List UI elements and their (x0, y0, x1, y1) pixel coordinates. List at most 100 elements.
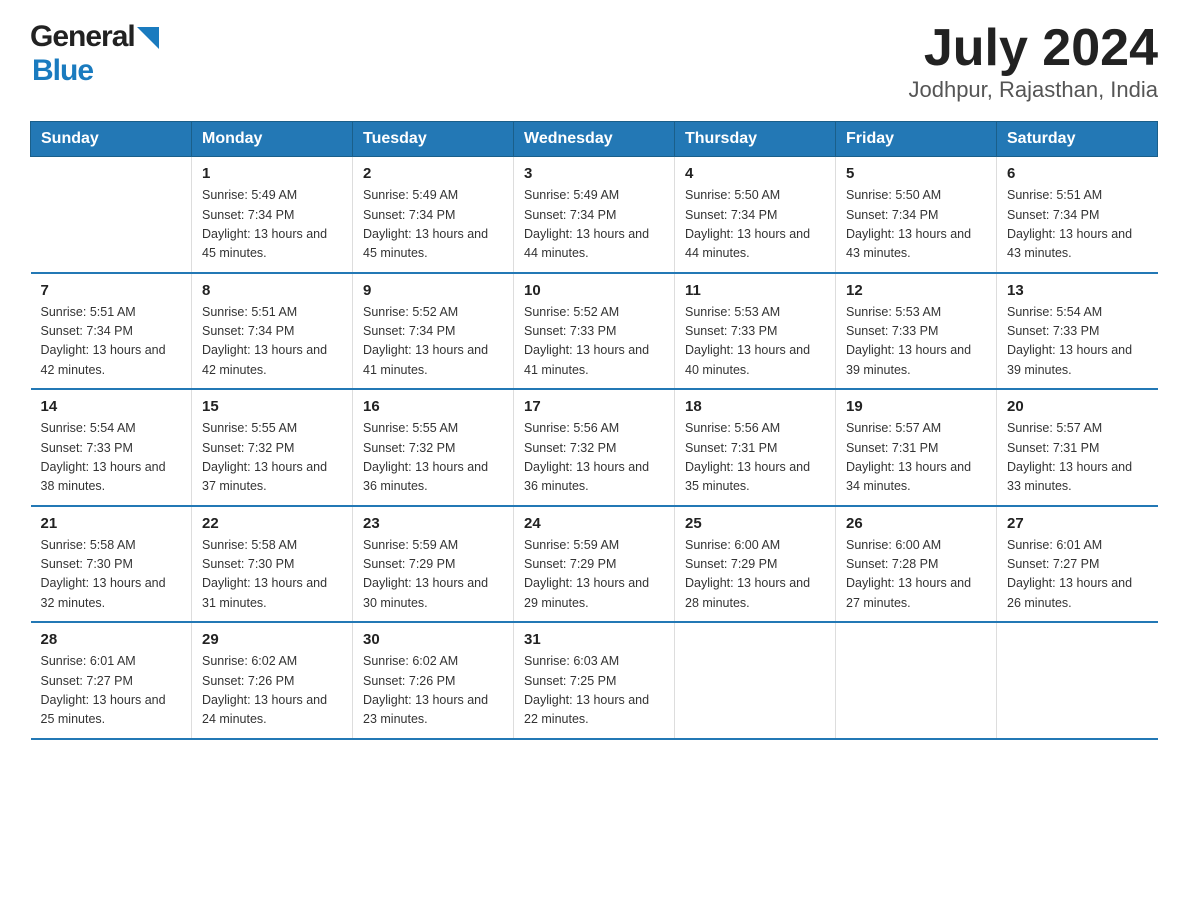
table-row: 7Sunrise: 5:51 AMSunset: 7:34 PMDaylight… (31, 273, 192, 390)
sun-info: Sunrise: 6:03 AMSunset: 7:25 PMDaylight:… (524, 652, 664, 730)
table-row: 31 Sunrise: 6:03 AMSunset: 7:25 PMDayligh… (514, 622, 675, 739)
sun-info: Sunrise: 6:01 AMSunset: 7:27 PMDaylight:… (41, 652, 182, 730)
col-saturday: Saturday (997, 122, 1158, 157)
sun-info: Sunrise: 5:54 AMSunset: 7:33 PMDaylight:… (1007, 303, 1148, 381)
day-number: 12 (846, 282, 986, 299)
col-friday: Friday (836, 122, 997, 157)
day-number: 21 (41, 515, 182, 532)
table-row: 15 Sunrise: 5:55 AMSunset: 7:32 PMDayligh… (192, 389, 353, 506)
day-number: 22 (202, 515, 342, 532)
table-row: 5Sunrise: 5:50 AMSunset: 7:34 PMDaylight… (836, 157, 997, 273)
table-row (836, 622, 997, 739)
sun-info: Sunrise: 6:01 AMSunset: 7:27 PMDaylight:… (1007, 536, 1148, 614)
col-sunday: Sunday (31, 122, 192, 157)
table-row: 1Sunrise: 5:49 AMSunset: 7:34 PMDaylight… (192, 157, 353, 273)
table-row: 13Sunrise: 5:54 AMSunset: 7:33 PMDayligh… (997, 273, 1158, 390)
sun-info: Sunrise: 5:57 AMSunset: 7:31 PMDaylight:… (1007, 419, 1148, 497)
sun-info: Sunrise: 5:56 AMSunset: 7:31 PMDaylight:… (685, 419, 825, 497)
logo-general: General (30, 20, 135, 54)
table-row: 28 Sunrise: 6:01 AMSunset: 7:27 PMDayligh… (31, 622, 192, 739)
table-row: 2 Sunrise: 5:49 AMSunset: 7:34 PMDaylight… (353, 157, 514, 273)
sun-info: Sunrise: 6:00 AMSunset: 7:28 PMDaylight:… (846, 536, 986, 614)
day-number: 14 (41, 398, 182, 415)
sun-info: Sunrise: 5:59 AMSunset: 7:29 PMDaylight:… (363, 536, 503, 614)
day-number: 15 (202, 398, 342, 415)
table-row: 8Sunrise: 5:51 AMSunset: 7:34 PMDaylight… (192, 273, 353, 390)
sun-info: Sunrise: 5:58 AMSunset: 7:30 PMDaylight:… (202, 536, 342, 614)
day-number: 25 (685, 515, 825, 532)
calendar-week-row: 28 Sunrise: 6:01 AMSunset: 7:27 PMDayligh… (31, 622, 1158, 739)
calendar-week-row: 7Sunrise: 5:51 AMSunset: 7:34 PMDaylight… (31, 273, 1158, 390)
table-row: 26 Sunrise: 6:00 AMSunset: 7:28 PMDayligh… (836, 506, 997, 623)
table-row: 24 Sunrise: 5:59 AMSunset: 7:29 PMDayligh… (514, 506, 675, 623)
day-number: 24 (524, 515, 664, 532)
sun-info: Sunrise: 5:51 AMSunset: 7:34 PMDaylight:… (202, 303, 342, 381)
sun-info: Sunrise: 5:50 AMSunset: 7:34 PMDaylight:… (846, 186, 986, 264)
table-row (675, 622, 836, 739)
table-row: 11Sunrise: 5:53 AMSunset: 7:33 PMDayligh… (675, 273, 836, 390)
day-number: 4 (685, 165, 825, 182)
table-row: 30 Sunrise: 6:02 AMSunset: 7:26 PMDayligh… (353, 622, 514, 739)
day-number: 30 (363, 631, 503, 648)
table-row: 16 Sunrise: 5:55 AMSunset: 7:32 PMDayligh… (353, 389, 514, 506)
calendar-week-row: 1Sunrise: 5:49 AMSunset: 7:34 PMDaylight… (31, 157, 1158, 273)
sun-info: Sunrise: 5:51 AMSunset: 7:34 PMDaylight:… (1007, 186, 1148, 264)
table-row: 19Sunrise: 5:57 AMSunset: 7:31 PMDayligh… (836, 389, 997, 506)
sun-info: Sunrise: 5:52 AMSunset: 7:34 PMDaylight:… (363, 303, 503, 381)
table-row: 21 Sunrise: 5:58 AMSunset: 7:30 PMDayligh… (31, 506, 192, 623)
calendar-header-row: Sunday Monday Tuesday Wednesday Thursday… (31, 122, 1158, 157)
sun-info: Sunrise: 5:54 AMSunset: 7:33 PMDaylight:… (41, 419, 182, 497)
day-number: 2 (363, 165, 503, 182)
sun-info: Sunrise: 6:00 AMSunset: 7:29 PMDaylight:… (685, 536, 825, 614)
day-number: 31 (524, 631, 664, 648)
logo-triangle-icon (137, 27, 159, 49)
table-row: 12 Sunrise: 5:53 AMSunset: 7:33 PMDayligh… (836, 273, 997, 390)
sun-info: Sunrise: 5:51 AMSunset: 7:34 PMDaylight:… (41, 303, 182, 381)
sun-info: Sunrise: 5:53 AMSunset: 7:33 PMDaylight:… (846, 303, 986, 381)
calendar-table: Sunday Monday Tuesday Wednesday Thursday… (30, 121, 1158, 740)
day-number: 27 (1007, 515, 1148, 532)
table-row (31, 157, 192, 273)
day-number: 17 (524, 398, 664, 415)
sun-info: Sunrise: 5:53 AMSunset: 7:33 PMDaylight:… (685, 303, 825, 381)
table-row: 23 Sunrise: 5:59 AMSunset: 7:29 PMDayligh… (353, 506, 514, 623)
day-number: 23 (363, 515, 503, 532)
sun-info: Sunrise: 5:49 AMSunset: 7:34 PMDaylight:… (363, 186, 503, 264)
table-row: 10 Sunrise: 5:52 AMSunset: 7:33 PMDayligh… (514, 273, 675, 390)
page-header: General Blue July 2024 Jodhpur, Rajastha… (30, 20, 1158, 103)
day-number: 28 (41, 631, 182, 648)
table-row: 3 Sunrise: 5:49 AMSunset: 7:34 PMDaylight… (514, 157, 675, 273)
table-row: 25 Sunrise: 6:00 AMSunset: 7:29 PMDayligh… (675, 506, 836, 623)
table-row: 27 Sunrise: 6:01 AMSunset: 7:27 PMDayligh… (997, 506, 1158, 623)
sun-info: Sunrise: 5:58 AMSunset: 7:30 PMDaylight:… (41, 536, 182, 614)
sun-info: Sunrise: 5:52 AMSunset: 7:33 PMDaylight:… (524, 303, 664, 381)
sun-info: Sunrise: 5:55 AMSunset: 7:32 PMDaylight:… (202, 419, 342, 497)
day-number: 18 (685, 398, 825, 415)
table-row: 4Sunrise: 5:50 AMSunset: 7:34 PMDaylight… (675, 157, 836, 273)
table-row: 6 Sunrise: 5:51 AMSunset: 7:34 PMDaylight… (997, 157, 1158, 273)
sun-info: Sunrise: 5:55 AMSunset: 7:32 PMDaylight:… (363, 419, 503, 497)
col-wednesday: Wednesday (514, 122, 675, 157)
sun-info: Sunrise: 5:59 AMSunset: 7:29 PMDaylight:… (524, 536, 664, 614)
calendar-week-row: 21 Sunrise: 5:58 AMSunset: 7:30 PMDayligh… (31, 506, 1158, 623)
day-number: 3 (524, 165, 664, 182)
table-row (997, 622, 1158, 739)
sun-info: Sunrise: 5:56 AMSunset: 7:32 PMDaylight:… (524, 419, 664, 497)
sun-info: Sunrise: 5:49 AMSunset: 7:34 PMDaylight:… (524, 186, 664, 264)
day-number: 10 (524, 282, 664, 299)
col-monday: Monday (192, 122, 353, 157)
logo-blue: Blue (32, 54, 93, 87)
table-row: 18 Sunrise: 5:56 AMSunset: 7:31 PMDayligh… (675, 389, 836, 506)
table-row: 20Sunrise: 5:57 AMSunset: 7:31 PMDayligh… (997, 389, 1158, 506)
day-number: 26 (846, 515, 986, 532)
location-title: Jodhpur, Rajasthan, India (908, 77, 1158, 103)
day-number: 16 (363, 398, 503, 415)
sun-info: Sunrise: 6:02 AMSunset: 7:26 PMDaylight:… (363, 652, 503, 730)
col-tuesday: Tuesday (353, 122, 514, 157)
day-number: 6 (1007, 165, 1148, 182)
table-row: 14 Sunrise: 5:54 AMSunset: 7:33 PMDayligh… (31, 389, 192, 506)
day-number: 19 (846, 398, 986, 415)
logo: General Blue (30, 20, 159, 88)
title-block: July 2024 Jodhpur, Rajasthan, India (908, 20, 1158, 103)
table-row: 17 Sunrise: 5:56 AMSunset: 7:32 PMDayligh… (514, 389, 675, 506)
